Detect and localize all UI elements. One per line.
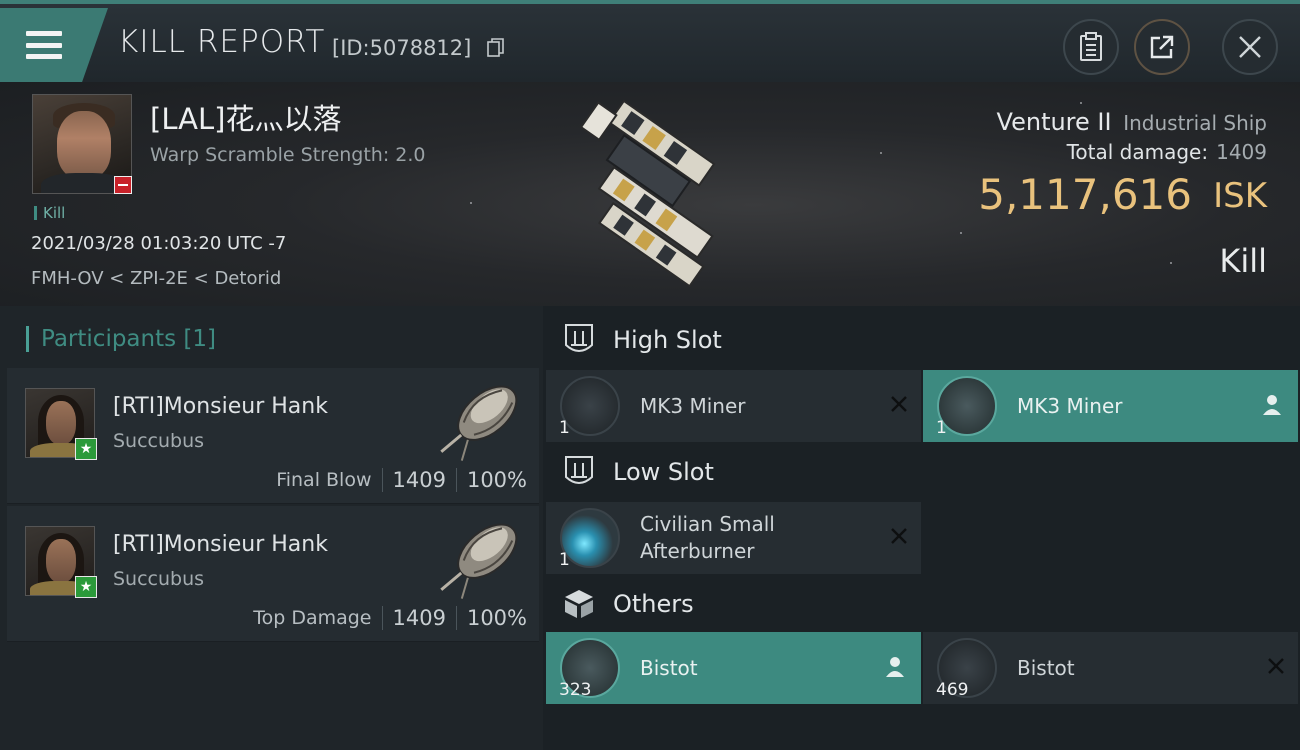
report-id: [ID:5078812] [332,36,472,60]
close-button[interactable] [1222,19,1278,75]
module-slot[interactable]: 469 Bistot [923,632,1298,704]
participant-card[interactable]: ★ [RTI]Monsieur Hank Succubus Final Blow… [7,368,539,504]
participant-name[interactable]: [RTI]Monsieur Hank [113,532,328,557]
participant-card[interactable]: ★ [RTI]Monsieur Hank Succubus Top Damage… [7,506,539,642]
participant-ship: Succubus [113,568,205,590]
total-damage-label: Total damage: [1066,140,1209,164]
hamburger-icon [26,31,62,59]
top-bar: KILL REPORT [ID:5078812] [0,0,1300,82]
module-slot[interactable]: 1 MK3 Miner [923,370,1298,442]
share-button[interactable] [1134,19,1190,75]
module-slot[interactable]: 323 Bistot [546,632,921,704]
fitting-panel: High Slot 1 MK3 Miner 1 MK3 Miner Low Sl… [543,306,1300,750]
participant-damage: 1409 [392,606,446,630]
ship-class: Industrial Ship [1123,111,1267,135]
victim-ship-name[interactable]: Venture II Industrial Ship [997,108,1267,136]
module-slot[interactable]: 1 MK3 Miner [546,370,921,442]
destroyed-icon [891,396,907,412]
low-slot-header: Low Slot [543,440,1300,504]
total-damage: Total damage: 1409 [1067,140,1267,164]
close-icon [1239,36,1261,58]
low-slot-icon [561,454,597,490]
participant-role: Top Damage [253,607,372,629]
kill-result: Kill [1219,242,1267,280]
destroyed-icon [1268,658,1284,674]
participant-percent: 100% [466,468,527,492]
participant-ship: Succubus [113,430,205,452]
module-name-line1: Civilian Small [640,512,775,536]
share-icon [1150,35,1174,59]
cargo-box-icon [561,586,597,622]
total-damage-value: 1409 [1216,140,1267,164]
participant-name[interactable]: [RTI]Monsieur Hank [113,394,328,419]
module-name: Civilian Small Afterburner [640,511,775,565]
module-quantity: 1 [559,550,570,570]
destroyed-icon [891,528,907,544]
high-slot-icon [561,322,597,358]
module-quantity: 323 [559,680,592,700]
high-slot-header: High Slot [543,308,1300,372]
module-quantity: 469 [936,680,969,700]
person-icon [1263,395,1281,415]
others-header: Others [543,572,1300,636]
menu-button[interactable] [0,8,108,82]
kill-tag: Kill [34,206,65,221]
hostile-standing-badge [114,176,132,194]
module-name: Bistot [640,655,698,680]
kill-location: FMH-OV < ZPI-2E < Detorid [31,268,282,289]
participant-percent: 100% [466,606,527,630]
participant-role: Final Blow [276,469,372,491]
star-icon: ★ [75,576,97,598]
victim-name[interactable]: [LAL]花灬以落 [150,96,341,138]
others-label: Others [613,590,694,618]
victim-ship-image[interactable] [535,96,775,296]
participant-damage: 1409 [392,468,446,492]
isk-value: 5,117,616 [978,170,1192,219]
module-quantity: 1 [936,418,947,438]
module-quantity: 1 [559,418,570,438]
warp-scramble-strength: Warp Scramble Strength: 2.0 [150,144,426,166]
module-name: MK3 Miner [640,393,746,418]
participant-stats: Final Blow 1409 100% [276,468,527,492]
module-name-line2: Afterburner [640,539,755,563]
victim-summary: [LAL]花灬以落 Warp Scramble Strength: 2.0 Ki… [0,82,1300,306]
participant-ship-image[interactable] [435,376,531,468]
clipboard-button[interactable] [1063,19,1119,75]
participant-ship-image[interactable] [435,514,531,606]
low-slot-label: Low Slot [613,458,714,486]
module-name: Bistot [1017,655,1075,680]
isk-unit: ISK [1213,176,1267,216]
page-title: KILL REPORT [118,24,326,60]
ship-name-text: Venture II [996,108,1112,136]
clipboard-icon [1080,32,1102,61]
participants-title: Participants [1] [26,326,216,352]
star-icon: ★ [75,438,97,460]
kill-datetime: 2021/03/28 01:03:20 UTC -7 [31,233,287,254]
person-icon [886,657,904,677]
module-name: MK3 Miner [1017,393,1123,418]
module-slot[interactable]: 1 Civilian Small Afterburner [546,502,921,574]
copy-icon[interactable] [487,38,505,58]
high-slot-label: High Slot [613,326,722,354]
participants-panel: Participants [1] ★ [RTI]Monsieur Hank Su… [0,306,543,750]
participant-stats: Top Damage 1409 100% [253,606,527,630]
